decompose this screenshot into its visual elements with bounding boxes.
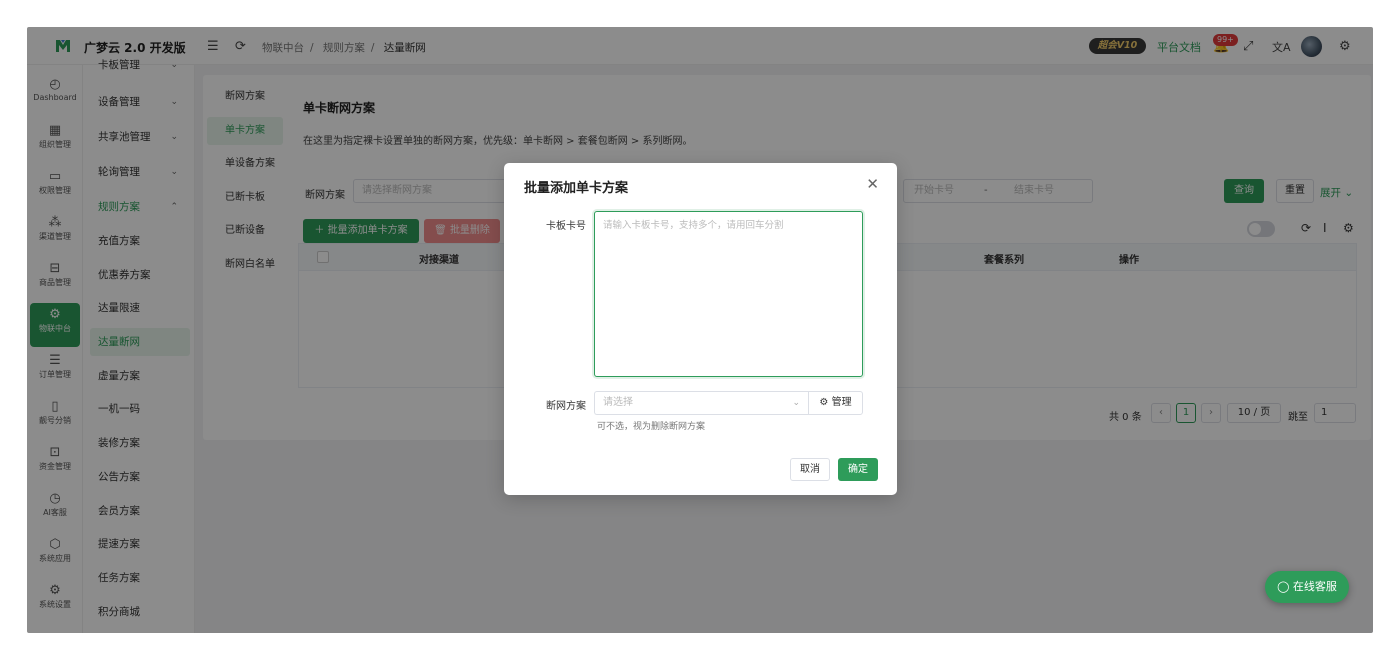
cancel-button[interactable]: 取消: [790, 458, 830, 481]
manage-button[interactable]: ⚙ 管理: [808, 391, 863, 415]
chevron-down-icon: ⌄: [792, 398, 800, 408]
online-support-button[interactable]: ◯ 在线客服: [1265, 571, 1349, 603]
app-window: 广梦云 2.0 开发版 ☰ ⟳ 物联中台 / 规则方案 / 达量断网 超会V10 平…: [27, 27, 1373, 633]
close-icon[interactable]: ✕: [866, 175, 879, 193]
card-number-textarea[interactable]: [594, 211, 863, 377]
dialog-title: 批量添加单卡方案: [524, 181, 629, 196]
plan-select[interactable]: 请选择 ⌄: [594, 391, 808, 415]
confirm-button[interactable]: 确定: [838, 458, 878, 481]
gear-icon: ⚙: [819, 397, 832, 408]
chat-icon: ◯: [1277, 580, 1293, 593]
plan-label: 断网方案: [546, 401, 586, 412]
batch-add-dialog: 批量添加单卡方案 ✕ 卡板卡号 断网方案 请选择 ⌄ ⚙ 管理 可不选，视为删除…: [504, 163, 897, 495]
card-number-label: 卡板卡号: [546, 221, 586, 232]
plan-hint: 可不选，视为删除断网方案: [597, 422, 706, 432]
